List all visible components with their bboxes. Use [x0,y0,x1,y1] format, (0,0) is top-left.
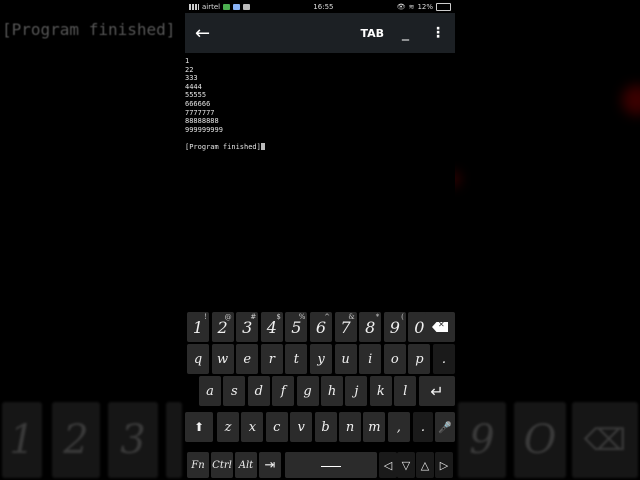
key-e[interactable]: e [236,344,259,374]
status-bar: airtel 16:55 👁 ≋ 12% [185,0,455,13]
key-v[interactable]: v [290,412,313,442]
terminal-line: 88888888 [185,117,219,126]
chat-icon [243,3,251,10]
phone-screen: airtel 16:55 👁 ≋ 12% ← TAB _ ⋮ 1 22 333 444… [185,0,455,480]
status-time: 16:55 [313,2,334,11]
key-c[interactable]: c [265,412,288,442]
background-echo-text: [Program finished] [2,20,176,39]
key-a[interactable]: a [199,376,221,406]
key-m[interactable]: m [363,412,386,442]
alt-key[interactable]: Alt [235,452,257,478]
overflow-menu-icon[interactable]: ⋮ [431,25,445,41]
arrow-right-icon: ▷ [439,458,449,472]
wifi-icon: ≋ [408,2,415,11]
key-6[interactable]: 6 ^ [310,312,332,342]
key-s[interactable]: s [223,376,246,406]
notification-icon [223,3,231,10]
dot-key[interactable]: . [413,412,433,442]
space-bar-icon [321,463,341,467]
fn-key[interactable]: Fn [187,452,209,478]
minimize-button[interactable]: _ [402,25,409,41]
key-h[interactable]: h [321,376,343,406]
key-9[interactable]: 9( [383,312,406,342]
back-arrow-icon[interactable]: ← [195,23,225,44]
key-w[interactable]: w [211,344,234,374]
key-y[interactable]: y [310,344,332,374]
key-2[interactable]: 2 @ [211,312,234,342]
eye-icon: 👁 [396,2,406,11]
arrow-up-key[interactable]: △ [416,452,434,478]
keyboard-bottom-row: Fn Ctrl Alt ⇥ ◁ ▽ △ ▷ [185,452,455,480]
key-b[interactable]: b [314,412,337,442]
signal-icon [189,3,199,10]
period-key[interactable]: . [433,344,455,374]
terminal-line: 4444 [185,82,202,91]
terminal-line: 1 [185,57,190,65]
tab-key[interactable]: ⇥ [259,452,281,478]
key-x[interactable]: x [241,412,264,442]
key-4[interactable]: 4 $ [260,312,283,342]
key-z[interactable]: z [217,412,239,442]
arrow-right-key[interactable]: ▷ [435,452,453,478]
key-j[interactable]: j [345,376,368,406]
key-5[interactable]: 5% [285,312,308,342]
arrow-left-icon: ◁ [383,458,393,472]
mic-icon: 🎤 [438,420,452,434]
terminal-line: 333 [185,74,198,83]
key-k[interactable]: k [369,376,392,406]
program-finished-text: [Program finished] [185,142,261,151]
key-u[interactable]: u [334,344,357,374]
key-n[interactable]: n [339,412,361,442]
tab-arrow-icon: ⇥ [264,457,276,473]
arrow-left-key[interactable]: ◁ [379,452,397,478]
shift-key[interactable]: ⬆ [185,412,213,442]
key-p[interactable]: p [408,344,431,374]
mic-key[interactable]: 🎤 [435,412,455,442]
enter-key[interactable]: ↵ [419,376,455,406]
background-glow [622,85,640,115]
key-q[interactable]: q [187,344,209,374]
key-d[interactable]: d [247,376,270,406]
terminal-output[interactable]: 1 22 333 4444 55555 666666 7777777 88888888 9999… [185,53,455,152]
app-bar: ← TAB _ ⋮ [185,13,455,53]
backspace-icon [432,322,448,332]
key-i[interactable]: i [359,344,382,374]
arrow-up-icon: △ [420,458,430,472]
key-8[interactable]: 8 * [359,312,382,342]
terminal-line: 22 [185,65,194,74]
key-t[interactable]: t [285,344,308,374]
backspace-key[interactable] [425,312,455,342]
terminal-line: 55555 [185,91,207,100]
key-1[interactable]: 1! [187,312,209,342]
enter-icon: ↵ [430,381,444,401]
key-g[interactable]: g [296,376,319,406]
ctrl-key[interactable]: Ctrl [211,452,233,478]
tab-button[interactable]: TAB [360,27,384,40]
key-7[interactable]: 7 & [334,312,357,342]
key-comma[interactable]: , [387,412,410,442]
terminal-line: 666666 [185,99,211,108]
space-key[interactable] [285,452,377,478]
shift-icon: ⬆ [193,420,205,434]
key-l[interactable]: l [394,376,417,406]
terminal-line: 7777777 [185,108,215,117]
key-f[interactable]: f [272,376,295,406]
terminal-cursor [260,142,265,150]
key-r[interactable]: r [260,344,283,374]
arrow-down-key[interactable]: ▽ [397,452,415,478]
notification-icon [233,3,241,10]
soft-keyboard: 1!2@3#4$5%6^7&8*9(0) qwertyuiop asdfghjk… [185,308,455,480]
key-o[interactable]: o [383,344,406,374]
key-3[interactable]: 3 # [236,312,259,342]
terminal-line: 999999999 [185,125,223,134]
battery-icon [436,2,451,11]
arrow-down-icon: ▽ [401,458,411,472]
battery-percent: 12% [417,2,433,11]
carrier-label: airtel [202,2,221,11]
